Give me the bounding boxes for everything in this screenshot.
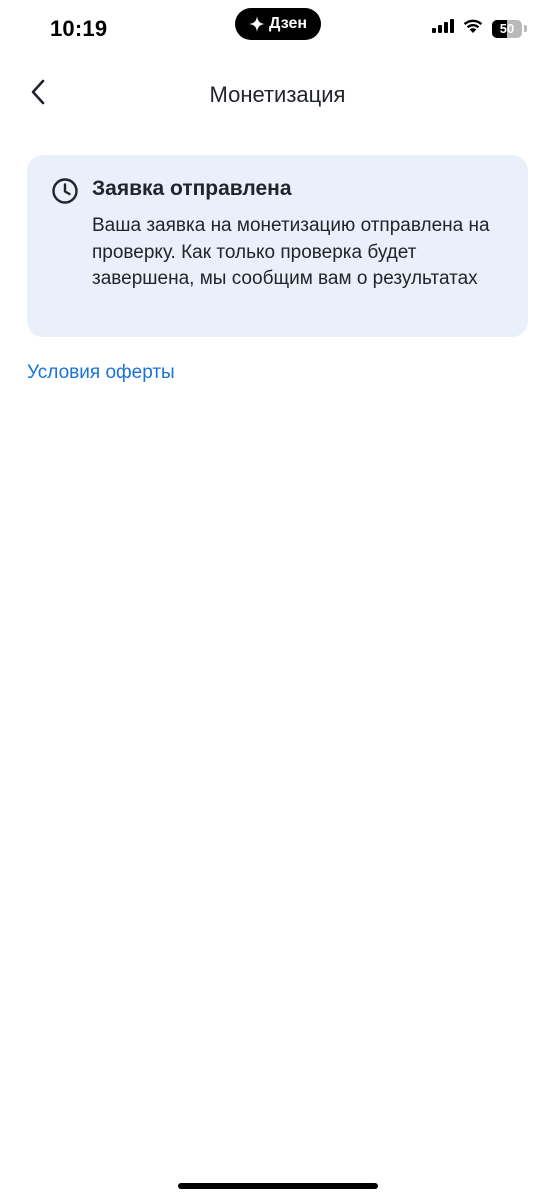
application-status-card: Заявка отправлена Ваша заявка на монетиз… (27, 155, 528, 337)
card-title: Заявка отправлена (92, 177, 292, 200)
card-text: Ваша заявка на монетизацию отправлена на… (92, 215, 490, 289)
status-bar: 10:19 Дзен 50 (0, 0, 555, 60)
status-time: 10:19 (50, 16, 108, 41)
battery-cap (524, 25, 527, 32)
wifi-icon (462, 18, 484, 39)
battery-level: 50 (499, 21, 515, 36)
screen: 10:19 Дзен 50 Монетизация Заявка отправл… (0, 0, 555, 1200)
home-indicator[interactable] (178, 1183, 378, 1189)
sparkle-icon (248, 16, 265, 32)
page-title: Монетизация (209, 82, 346, 107)
cellular-signal-icon (432, 19, 454, 38)
battery-icon: 50 (492, 19, 522, 38)
clock-icon (51, 177, 79, 205)
nav-header: Монетизация (0, 70, 555, 120)
dynamic-island[interactable]: Дзен (235, 8, 321, 40)
terms-of-offer-link[interactable]: Условия оферты (27, 362, 175, 384)
status-icons: 50 (432, 18, 527, 39)
island-label: Дзен (268, 15, 308, 32)
